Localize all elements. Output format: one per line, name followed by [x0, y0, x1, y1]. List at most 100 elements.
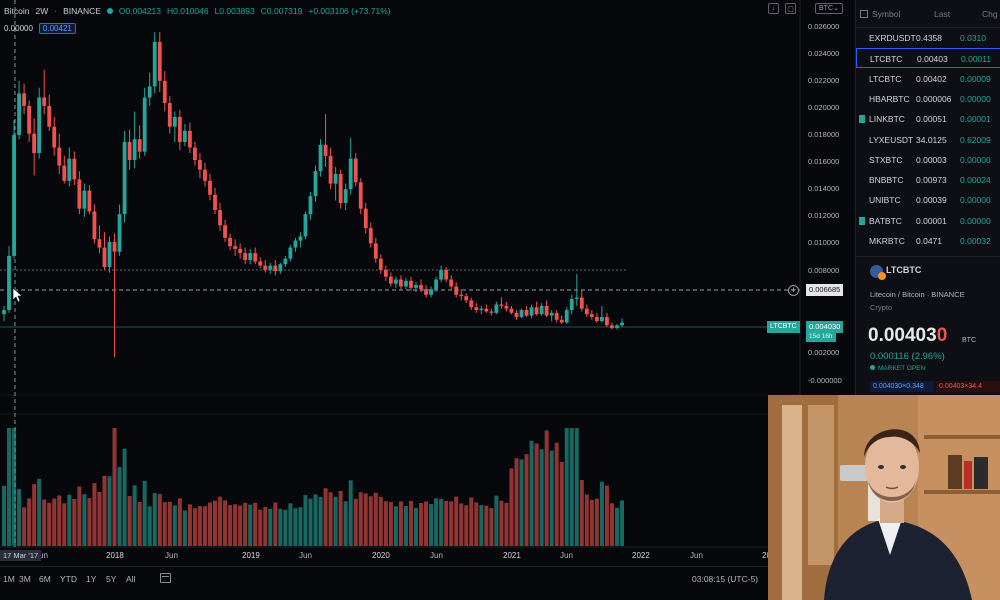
- watchlist-last: 0.00003: [916, 154, 947, 165]
- volume-bar: [388, 502, 393, 546]
- column-symbol[interactable]: Symbol: [872, 9, 900, 19]
- volume-bar: [238, 505, 243, 546]
- indicator-value-a: 0.00000: [4, 24, 33, 33]
- candle-body: [539, 305, 544, 315]
- candle-body: [293, 240, 298, 248]
- volume-bar: [504, 502, 509, 546]
- time-axis-label: Jun: [690, 551, 703, 560]
- volume-bar: [248, 504, 253, 546]
- legend-symbol[interactable]: Bitcoin: [4, 6, 30, 16]
- candle-body: [584, 308, 589, 315]
- add-alert-icon[interactable]: +: [788, 285, 799, 296]
- flag-icon[interactable]: [859, 115, 865, 124]
- candle-body: [278, 264, 283, 272]
- volume-bar: [318, 497, 323, 546]
- watchlist-row[interactable]: STXBTC 0.00003 0.00000: [856, 150, 1000, 170]
- watchlist-row[interactable]: LINKBTC 0.00051 0.00001: [856, 109, 1000, 129]
- range-button[interactable]: 5Y: [106, 574, 116, 584]
- watchlist-row[interactable]: BATBTC 0.00001 0.00000: [856, 211, 1000, 231]
- candle-body: [288, 247, 293, 259]
- volume-bar: [313, 494, 318, 546]
- candle-body: [444, 269, 449, 280]
- volume-bar: [413, 507, 419, 546]
- volume-bar: [72, 498, 77, 546]
- candle-body: [193, 147, 197, 161]
- candle-body: [172, 116, 177, 127]
- volume-bar: [288, 503, 293, 546]
- legend-interval[interactable]: 2W: [36, 6, 49, 16]
- candle-body: [107, 241, 112, 267]
- currency-select[interactable]: BTC⌄: [815, 3, 843, 14]
- calendar-icon[interactable]: [160, 573, 171, 583]
- watchlist-row[interactable]: LTCBTC 0.00402 0.00009: [856, 69, 1000, 89]
- range-button[interactable]: 1Y: [86, 574, 96, 584]
- volume-bar: [509, 468, 514, 546]
- volume-bar: [549, 450, 554, 546]
- price-chart[interactable]: Bitcoin 2W · BINANCE O0.004213 H0.010046…: [0, 0, 855, 600]
- presenter-video: [768, 395, 1000, 600]
- price-axis-label: 0.014000: [808, 184, 840, 193]
- watchlist-row[interactable]: EXRDUSDT 0.4358 0.0310: [856, 28, 1000, 48]
- screenshot-icon[interactable]: ▢: [785, 3, 796, 14]
- volume-bar: [554, 442, 559, 546]
- layout-icon[interactable]: [860, 10, 868, 18]
- ask-box[interactable]: 0.00403×34.4: [936, 381, 1000, 392]
- clock-display[interactable]: 03:08:15 (UTC-5): [692, 574, 758, 584]
- volume-bar: [619, 500, 625, 546]
- volume-bar: [333, 496, 338, 546]
- watchlist-last: 0.00051: [916, 114, 947, 125]
- candle-body: [333, 173, 338, 184]
- detail-description: Litecoin / Bitcoin · BINANCE: [870, 290, 965, 299]
- volume-bar: [383, 501, 388, 546]
- candle-body: [393, 279, 398, 284]
- range-button[interactable]: 1M: [3, 574, 15, 584]
- price-axis-label: 0.010000: [808, 238, 840, 247]
- watchlist-chg: 0.00000: [960, 93, 991, 104]
- volume-bar: [27, 498, 32, 546]
- volume-bar: [268, 508, 273, 546]
- candle-body: [399, 279, 403, 287]
- column-chg[interactable]: Chg: [982, 9, 998, 19]
- candle-body: [383, 269, 388, 277]
- range-button[interactable]: YTD: [60, 574, 77, 584]
- range-button[interactable]: 6M: [39, 574, 51, 584]
- watchlist-row[interactable]: BNBBTC 0.00973 0.00024: [856, 170, 1000, 190]
- column-last[interactable]: Last: [934, 9, 950, 19]
- volume-bar: [253, 502, 258, 546]
- watchlist-row[interactable]: LYXEUSDT 34.0125 0.62009: [856, 130, 1000, 150]
- detail-symbol[interactable]: LTCBTC: [886, 265, 921, 275]
- chart-canvas[interactable]: [0, 0, 855, 600]
- volume-bar: [519, 459, 524, 546]
- volume-bar: [434, 498, 439, 546]
- indicator-value-b[interactable]: 0.00421: [38, 23, 76, 34]
- candle-body: [409, 280, 413, 288]
- volume-bar: [12, 428, 17, 546]
- watchlist-row[interactable]: UNIBTC 0.00039 0.00000: [856, 190, 1000, 210]
- watchlist-last: 0.00403: [917, 54, 948, 65]
- watchlist-chg: 0.00000: [960, 195, 991, 206]
- watchlist-row[interactable]: HBARBTC 0.000006 0.00000: [856, 89, 1000, 109]
- candle-body: [77, 179, 82, 209]
- flag-icon[interactable]: [859, 216, 865, 225]
- price-axis-label: 0.012000: [808, 211, 840, 220]
- indicator-values: 0.00000 0.00421: [4, 22, 76, 35]
- watchlist-chg: 0.00000: [960, 154, 991, 165]
- detail-change: 0.000116 (2.96%): [870, 351, 945, 362]
- watchlist-row[interactable]: MKRBTC 0.0471 0.00032: [856, 231, 1000, 251]
- watchlist-symbol: EXRDUSDT: [869, 33, 916, 43]
- bid-box[interactable]: 0.004030×0.348: [870, 381, 934, 392]
- volume-bar: [363, 493, 368, 546]
- range-button[interactable]: 3M: [19, 574, 31, 584]
- volume-bar: [599, 481, 604, 546]
- volume-bar: [474, 502, 479, 546]
- candle-body: [72, 158, 77, 180]
- download-icon[interactable]: ↓: [768, 3, 779, 14]
- volume-bar: [298, 507, 303, 546]
- candle-body: [439, 269, 444, 280]
- candle-body: [594, 316, 599, 322]
- volume-bar: [368, 496, 373, 546]
- watchlist-row[interactable]: LTCBTC 0.00403 0.00011: [856, 48, 1000, 69]
- legend-exchange: BINANCE: [63, 6, 101, 16]
- range-button[interactable]: All: [126, 574, 135, 584]
- candle-body: [87, 190, 92, 212]
